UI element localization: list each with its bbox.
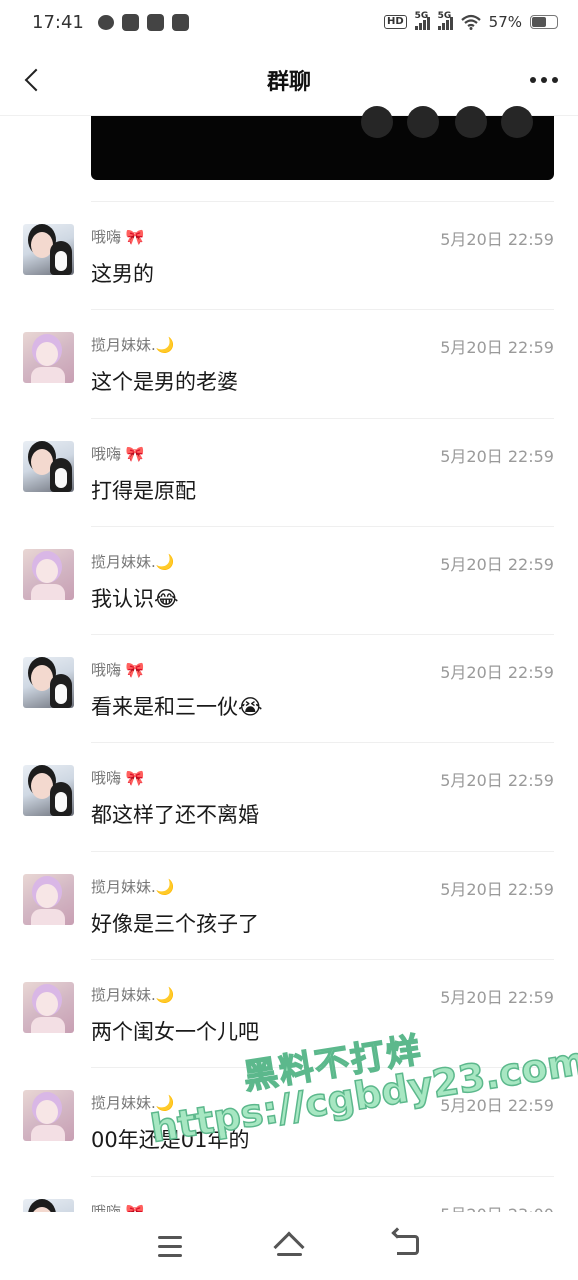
message-item[interactable]: 揽月妹妹.🌙 5月20日 22:59 00年还是01年的 bbox=[23, 1068, 554, 1177]
sender-name: 揽月妹妹.🌙 bbox=[91, 336, 175, 355]
video-control-icon[interactable] bbox=[407, 106, 439, 138]
message-time: 5月20日 22:59 bbox=[440, 446, 554, 466]
network-label-1: 5G bbox=[414, 11, 429, 21]
video-control-icon[interactable] bbox=[455, 106, 487, 138]
status-left: 17:41 bbox=[32, 12, 189, 33]
message-item[interactable]: 哦嗨 🎀 5月20日 22:59 打得是原配 bbox=[23, 419, 554, 527]
message-text: 都这样了还不离婚 bbox=[91, 803, 259, 828]
video-control-icon[interactable] bbox=[501, 106, 533, 138]
message-text: 看来是和三一伙😭 bbox=[91, 695, 263, 720]
status-bar: 17:41 HD 5G 5G 57% bbox=[0, 0, 578, 44]
message-time: 5月20日 22:59 bbox=[440, 879, 554, 899]
message-text: 打得是原配 bbox=[91, 478, 196, 503]
avatar[interactable] bbox=[23, 440, 74, 492]
more-button[interactable] bbox=[530, 68, 558, 92]
message-time: 5月20日 22:59 bbox=[440, 988, 554, 1008]
avatar[interactable] bbox=[23, 1090, 74, 1142]
message-time: 5月20日 22:59 bbox=[440, 663, 554, 683]
battery-fill bbox=[532, 17, 546, 27]
avatar[interactable] bbox=[23, 548, 74, 600]
wifi-icon bbox=[460, 14, 481, 30]
chat-header: 群聊 bbox=[0, 44, 578, 116]
system-nav-bar bbox=[0, 1212, 578, 1280]
message-text: 这男的 bbox=[91, 262, 154, 286]
video-message-player[interactable] bbox=[91, 106, 554, 180]
sender-name: 哦嗨 🎀 bbox=[91, 1202, 145, 1212]
back-icon[interactable] bbox=[388, 1226, 428, 1266]
message-time: 5月20日 22:59 bbox=[440, 771, 554, 791]
message-time: 5月20日 22:59 bbox=[440, 338, 554, 358]
sender-name: 哦嗨 🎀 bbox=[91, 661, 145, 680]
sender-name: 哦嗨 🎀 bbox=[91, 444, 145, 463]
message-time: 5月20日 22:59 bbox=[440, 230, 554, 249]
avatar[interactable] bbox=[23, 765, 74, 817]
avatar[interactable] bbox=[23, 332, 74, 384]
battery-percent: 57% bbox=[488, 13, 522, 31]
status-time: 17:41 bbox=[32, 11, 84, 33]
bag-notification-icon bbox=[171, 13, 189, 31]
more-dots-icon bbox=[530, 77, 536, 83]
message-time: 5月20日 22:59 bbox=[440, 1096, 554, 1116]
sender-name: 揽月妹妹.🌙 bbox=[91, 877, 175, 896]
chevron-left-icon bbox=[24, 68, 48, 92]
network-label-2: 5G bbox=[437, 11, 452, 21]
message-item[interactable]: 揽月妹妹.🌙 5月20日 22:59 两个闺女一个儿吧 bbox=[23, 960, 554, 1069]
link-notification-icon bbox=[146, 13, 164, 31]
avatar[interactable] bbox=[23, 982, 74, 1034]
message-time: 5月20日 22:59 bbox=[440, 554, 554, 574]
message-item[interactable]: 揽月妹妹.🌙 5月20日 22:59 这个是男的老婆 bbox=[23, 310, 554, 419]
status-right: HD 5G 5G 57% bbox=[383, 11, 558, 31]
signal-icon-1: 5G bbox=[414, 11, 430, 30]
back-button[interactable] bbox=[14, 62, 50, 98]
sender-name: 哦嗨 🎀 bbox=[91, 228, 145, 246]
app-notification-icon bbox=[121, 13, 139, 31]
message-text: 00年还是01年的 bbox=[91, 1128, 250, 1153]
message-time: 5月20日 23:00 bbox=[440, 1201, 554, 1212]
sender-name: 揽月妹妹.🌙 bbox=[91, 552, 175, 571]
video-control-icon[interactable] bbox=[361, 106, 393, 138]
message-item[interactable]: 揽月妹妹.🌙 5月20日 22:59 好像是三个孩子了 bbox=[23, 852, 554, 961]
message-text: 我认识😂 bbox=[91, 586, 179, 611]
message-item[interactable]: 哦嗨 🎀 5月20日 22:59 都这样了还不离婚 bbox=[23, 743, 554, 852]
avatar[interactable] bbox=[23, 1198, 74, 1212]
home-icon[interactable] bbox=[269, 1226, 309, 1266]
signal-icon-2: 5G bbox=[437, 11, 453, 30]
page-title: 群聊 bbox=[266, 69, 311, 95]
message-text: 这个是男的老婆 bbox=[91, 370, 238, 395]
hd-icon: HD bbox=[383, 15, 407, 29]
battery-icon bbox=[530, 15, 558, 29]
message-item[interactable]: 哦嗨 🎀 5月20日 23:00 bbox=[23, 1177, 554, 1212]
message-text: 好像是三个孩子了 bbox=[91, 911, 259, 936]
message-text: 两个闺女一个儿吧 bbox=[91, 1020, 259, 1045]
sender-name: 揽月妹妹.🌙 bbox=[91, 986, 175, 1005]
message-item[interactable]: 揽月妹妹.🌙 5月20日 22:59 我认识😂 bbox=[23, 527, 554, 636]
avatar[interactable] bbox=[23, 873, 74, 925]
message-item[interactable]: 哦嗨 🎀 5月20日 22:59 这男的 bbox=[23, 202, 554, 311]
sender-name: 揽月妹妹.🌙 bbox=[91, 1094, 175, 1113]
avatar[interactable] bbox=[23, 657, 74, 709]
sender-name: 哦嗨 🎀 bbox=[91, 769, 145, 788]
message-list[interactable]: 哦嗨 🎀 5月20日 22:59 这男的揽月妹妹.🌙 5月20日 22:59 这个是男的… bbox=[0, 202, 578, 1212]
message-item[interactable]: 哦嗨 🎀 5月20日 22:59 看来是和三一伙😭 bbox=[23, 635, 554, 744]
message-notification-icon bbox=[97, 14, 114, 30]
avatar[interactable] bbox=[23, 224, 74, 275]
menu-icon[interactable] bbox=[150, 1226, 190, 1266]
